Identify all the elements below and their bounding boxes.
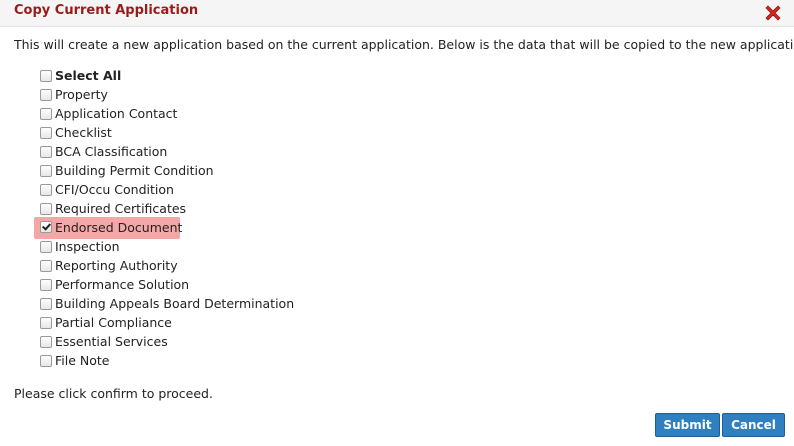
checkbox[interactable] [40, 241, 52, 253]
intro-text: This will create a new application based… [14, 37, 794, 52]
checkbox-label: Partial Compliance [55, 315, 172, 330]
checkbox[interactable] [40, 317, 52, 329]
checkbox[interactable] [40, 184, 52, 196]
checkbox-label: Inspection [55, 239, 120, 254]
dialog-title: Copy Current Application [14, 3, 199, 18]
checkbox-label: Select All [55, 68, 122, 83]
checkbox-label: Essential Services [55, 334, 168, 349]
dialog-titlebar: Copy Current Application [0, 0, 794, 27]
checkbox-checked[interactable] [40, 221, 52, 233]
checkbox-label: CFI/Occu Condition [55, 182, 174, 197]
copy-application-dialog: Copy Current Application This will creat… [0, 0, 794, 446]
checkbox-label: Performance Solution [55, 277, 190, 292]
checkbox-label: Property [55, 87, 108, 102]
checkbox[interactable] [40, 89, 52, 101]
checkbox[interactable] [40, 336, 52, 348]
checkbox[interactable] [40, 260, 52, 272]
checkbox-label: Building Appeals Board Determination [55, 296, 295, 311]
checkbox[interactable] [40, 165, 52, 177]
checkbox[interactable] [40, 279, 52, 291]
checkbox[interactable] [40, 108, 52, 120]
checkbox-row[interactable]: Endorsed Document [34, 217, 183, 239]
checkbox[interactable] [40, 355, 52, 367]
confirm-instruction: Please click confirm to proceed. [14, 386, 213, 401]
checkbox[interactable] [40, 146, 52, 158]
checkbox-label: Checklist [55, 125, 112, 140]
checkbox[interactable] [40, 127, 52, 139]
submit-button[interactable]: Submit [655, 413, 720, 437]
checkbox[interactable] [40, 203, 52, 215]
cancel-button[interactable]: Cancel [722, 413, 785, 437]
checkbox-label: Reporting Authority [55, 258, 178, 273]
checkbox-label: BCA Classification [55, 144, 168, 159]
checkbox-label: File Note [55, 353, 110, 368]
checkbox-label: Endorsed Document [55, 220, 183, 235]
checkbox[interactable] [40, 70, 52, 82]
checkbox-label: Required Certificates [55, 201, 187, 216]
close-icon[interactable] [763, 3, 783, 23]
checkbox[interactable] [40, 298, 52, 310]
checkbox-label: Application Contact [55, 106, 178, 121]
checkbox-label: Building Permit Condition [55, 163, 214, 178]
